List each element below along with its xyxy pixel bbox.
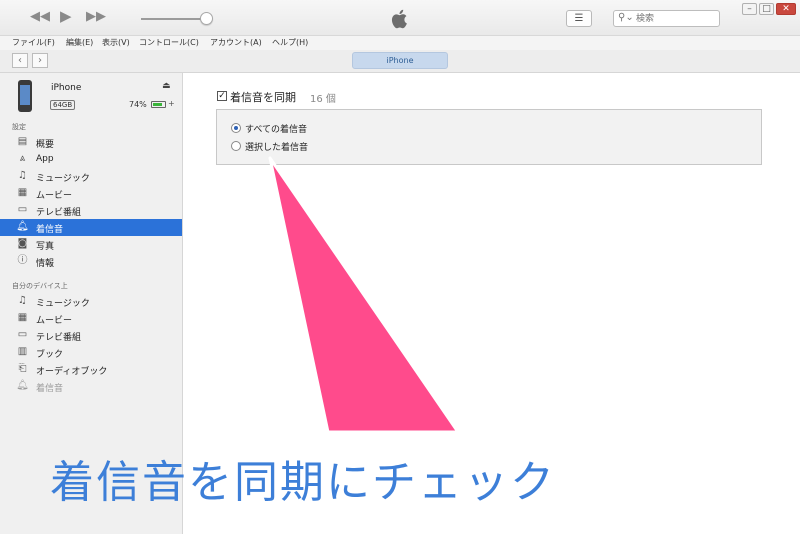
sidebar-item-summary[interactable]: ▤ 概要 (0, 134, 182, 151)
sidebar-item-label: 着信音 (36, 225, 64, 235)
battery-percent: 74% (129, 100, 147, 109)
sync-ringtones-label[interactable]: 着信音を同期 (230, 89, 296, 105)
sync-options-box: すべての着信音 選択した着信音 (216, 109, 762, 165)
sidebar-item-label: ブック (36, 350, 64, 360)
sidebar-item-label: ムービー (36, 316, 73, 326)
capacity-badge: 64GB (50, 100, 76, 110)
list-view-button[interactable]: ☰ (566, 10, 592, 27)
sidebar-item-device-tv[interactable]: ▭ テレビ番組 (0, 327, 182, 344)
close-button[interactable]: ✕ (776, 3, 796, 15)
selected-ringtones-radio[interactable] (231, 141, 241, 151)
film-icon: ▦ (17, 312, 28, 323)
iphone-icon (18, 80, 32, 112)
annotation-caption: 着信音を同期にチェック (50, 457, 556, 508)
volume-slider[interactable] (141, 18, 207, 20)
menu-view[interactable]: 表示(V) (102, 37, 130, 48)
app-icon: ⩓ (19, 153, 26, 164)
sidebar-item-label: 情報 (36, 259, 55, 269)
battery-icon (151, 101, 166, 108)
menu-controls[interactable]: コントロール(C) (139, 37, 199, 48)
sidebar-item-label: 写真 (36, 242, 55, 252)
audiobook-icon: ⎗ (18, 363, 27, 374)
sidebar-item-app[interactable]: ⩓ App (0, 151, 182, 168)
search-box[interactable]: ⚲⌄ (613, 10, 720, 27)
ringtone-count: 16 個 (310, 94, 336, 105)
play-icon[interactable]: ▶ (60, 9, 72, 24)
sidebar-item-movies[interactable]: ▦ ムービー (0, 185, 182, 202)
search-input[interactable] (636, 12, 716, 25)
charging-icon: + (168, 99, 175, 108)
minimize-button[interactable]: – (742, 3, 757, 15)
maximize-button[interactable]: □ (759, 3, 774, 15)
sidebar-item-label: テレビ番組 (36, 208, 82, 218)
sidebar-item-label: 概要 (36, 140, 55, 150)
rewind-icon[interactable]: ◀◀ (30, 10, 50, 24)
nav-bar: ‹ › iPhone (0, 50, 800, 73)
all-ringtones-radio[interactable] (231, 123, 241, 133)
sidebar-item-label: テレビ番組 (36, 333, 82, 343)
apple-logo-icon (391, 9, 407, 29)
toolbar: ◀◀ ▶ ▶▶ ☰ ⚲⌄ – □ ✕ (0, 0, 800, 36)
menu-help[interactable]: ヘルプ(H) (272, 37, 308, 48)
book-icon: ▥ (17, 346, 28, 357)
sidebar-item-photos[interactable]: ◙ 写真 (0, 236, 182, 253)
eject-icon[interactable]: ⏏ (162, 81, 171, 91)
tv-icon: ▭ (17, 204, 28, 215)
sidebar-item-device-movies[interactable]: ▦ ムービー (0, 310, 182, 327)
sidebar-item-label: ミュージック (36, 174, 90, 184)
menu-account[interactable]: アカウント(A) (210, 37, 262, 48)
volume-knob[interactable] (200, 12, 213, 25)
sidebar-item-label: App (36, 154, 54, 164)
sidebar-item-device-audiobooks[interactable]: ⎗ オーディオブック (0, 361, 182, 378)
selected-ringtones-label[interactable]: 選択した着信音 (245, 140, 308, 153)
settings-heading: 設定 (12, 123, 26, 131)
bell-icon: 🔔︎ (16, 221, 29, 232)
all-ringtones-label[interactable]: すべての着信音 (245, 122, 307, 135)
sidebar-item-device-books[interactable]: ▥ ブック (0, 344, 182, 361)
search-icon: ⚲⌄ (618, 12, 634, 23)
music-note-icon: ♫ (18, 170, 27, 181)
sidebar-item-device-ringtones[interactable]: 🔔︎ 着信音 (0, 378, 182, 395)
film-icon: ▦ (17, 187, 28, 198)
sidebar-item-label: ムービー (36, 191, 73, 201)
menu-bar: ファイル(F) 編集(E) 表示(V) コントロール(C) アカウント(A) ヘ… (0, 36, 800, 50)
sidebar-item-label: 着信音 (36, 384, 64, 394)
menu-edit[interactable]: 編集(E) (66, 37, 93, 48)
info-icon: ⓘ (17, 255, 28, 266)
forward-button[interactable]: › (32, 53, 48, 68)
camera-icon: ◙ (17, 238, 28, 249)
on-device-heading: 自分のデバイス上 (12, 282, 68, 290)
menu-file[interactable]: ファイル(F) (12, 37, 55, 48)
fast-forward-icon[interactable]: ▶▶ (86, 10, 106, 24)
sidebar-item-device-music[interactable]: ♫ ミュージック (0, 293, 182, 310)
sidebar-item-ringtones[interactable]: 🔔︎ 着信音 (0, 219, 182, 236)
radio-selected-dot (234, 126, 238, 130)
sync-ringtones-checkbox[interactable]: ✓ (217, 91, 227, 101)
music-note-icon: ♫ (18, 295, 27, 306)
bell-icon: 🔔︎ (16, 380, 29, 391)
summary-icon: ▤ (17, 136, 28, 147)
sidebar-item-info[interactable]: ⓘ 情報 (0, 253, 182, 270)
sidebar-item-tv[interactable]: ▭ テレビ番組 (0, 202, 182, 219)
sidebar-item-label: ミュージック (36, 299, 90, 309)
sidebar-item-music[interactable]: ♫ ミュージック (0, 168, 182, 185)
iphone-screen (20, 85, 30, 105)
device-tab[interactable]: iPhone (352, 52, 448, 69)
back-button[interactable]: ‹ (12, 53, 28, 68)
tv-icon: ▭ (17, 329, 28, 340)
sidebar-item-label: オーディオブック (36, 367, 108, 377)
battery-level (153, 103, 162, 106)
device-name: iPhone (51, 83, 82, 93)
